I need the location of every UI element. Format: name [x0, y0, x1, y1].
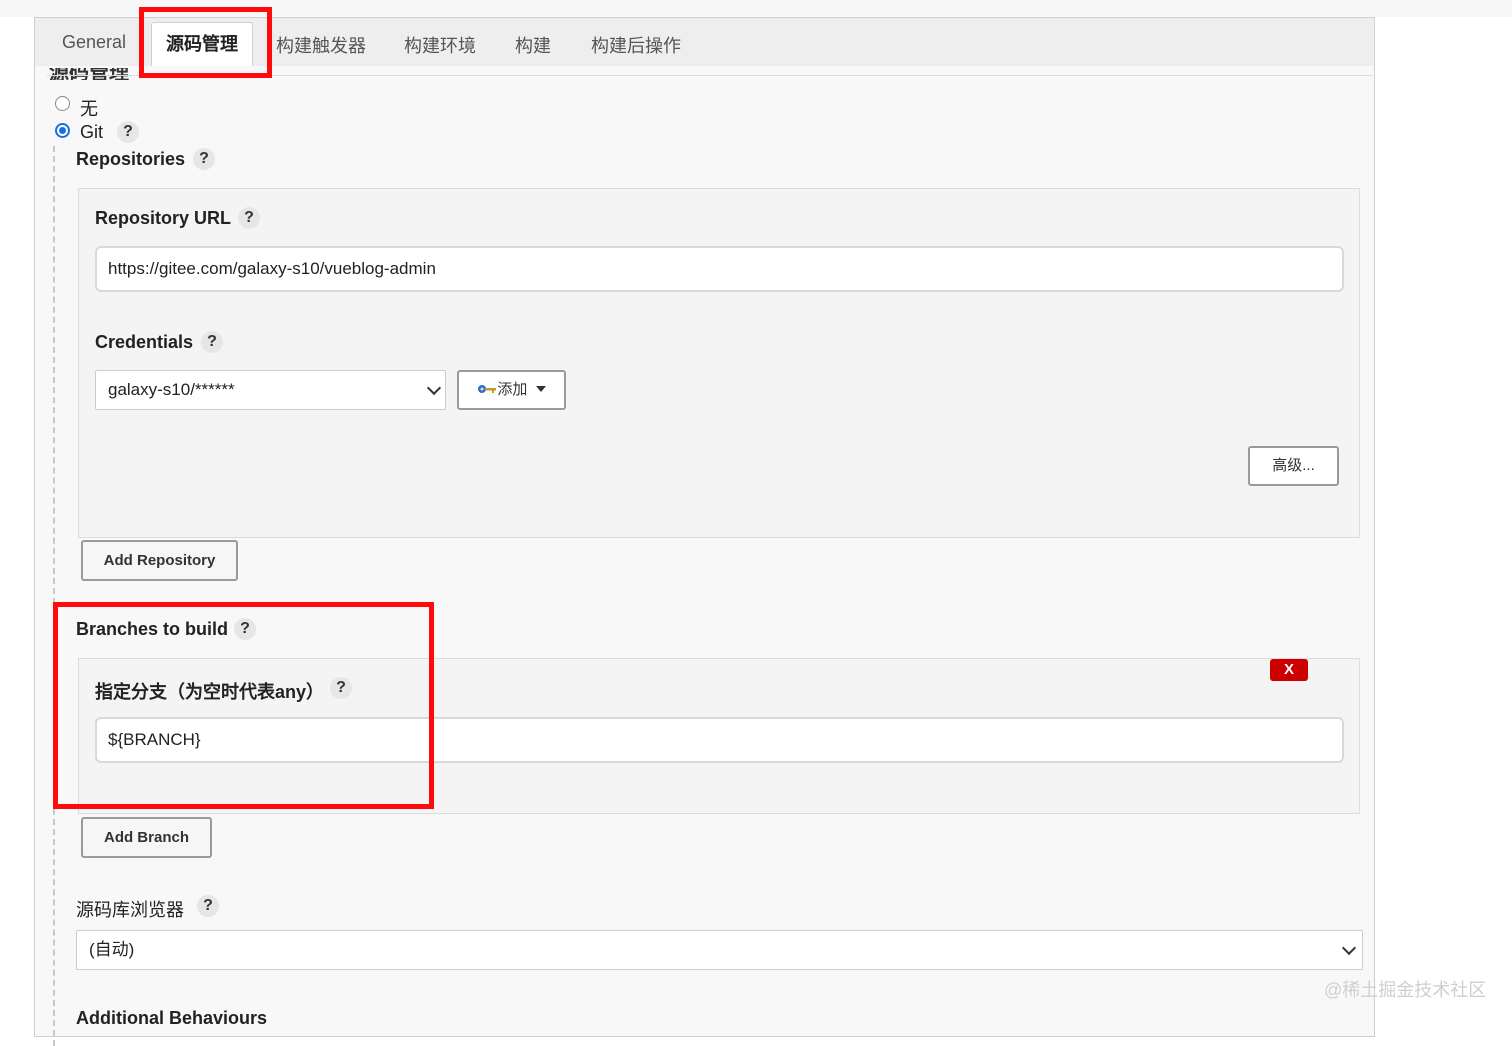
advanced-button[interactable]: 高级... — [1248, 446, 1339, 486]
config-panel: General 源码管理 构建触发器 构建环境 构建 构建后操作 源码管理 无 … — [34, 17, 1375, 1046]
branch-specifier-help-icon[interactable]: ? — [330, 677, 352, 699]
branch-box: 指定分支（为空时代表any） ? ${BRANCH} — [78, 658, 1360, 814]
tab-build[interactable]: 构建 — [515, 32, 551, 58]
repo-browser-help-icon[interactable]: ? — [197, 895, 219, 917]
repo-browser-select[interactable]: (自动) — [76, 930, 1363, 970]
tab-post-build[interactable]: 构建后操作 — [591, 32, 681, 58]
repository-url-input[interactable]: https://gitee.com/galaxy-s10/vueblog-adm… — [95, 246, 1344, 292]
branches-label: Branches to build — [76, 619, 229, 639]
watermark: @稀土掘金技术社区 — [1324, 980, 1487, 1000]
credentials-help-icon[interactable]: ? — [201, 331, 223, 353]
chevron-down-icon — [426, 380, 442, 396]
branches-help-icon[interactable]: ? — [234, 618, 256, 640]
repository-url-label: Repository URL — [95, 208, 232, 228]
credentials-select[interactable]: galaxy-s10/****** — [95, 370, 446, 410]
tab-build-triggers[interactable]: 构建触发器 — [276, 32, 366, 58]
delete-branch-button[interactable]: X — [1270, 659, 1308, 681]
add-credentials-label: 添加 — [497, 381, 528, 398]
add-branch-button[interactable]: Add Branch — [81, 817, 212, 858]
branch-specifier-input[interactable]: ${BRANCH} — [95, 717, 1344, 763]
add-repository-button[interactable]: Add Repository — [81, 540, 238, 581]
radio-git[interactable] — [55, 123, 70, 138]
caret-down-icon — [535, 386, 546, 392]
section-title: 源码管理 — [49, 68, 129, 80]
additional-behaviours-label: Additional Behaviours — [76, 1008, 268, 1028]
tab-general[interactable]: General — [62, 32, 126, 53]
radio-none[interactable] — [55, 96, 70, 111]
repository-box: Repository URL ? https://gitee.com/galax… — [78, 188, 1360, 538]
repositories-label: Repositories — [76, 149, 186, 169]
credentials-label: Credentials — [95, 332, 194, 352]
repo-browser-selected-value: (自动) — [89, 940, 135, 959]
section-title-clipped: 源码管理 — [49, 68, 309, 80]
repo-browser-label: 源码库浏览器 — [76, 900, 184, 920]
key-icon — [478, 385, 497, 393]
branch-specifier-label: 指定分支（为空时代表any） — [95, 682, 325, 702]
radio-git-label: Git — [80, 122, 104, 142]
chevron-down-icon — [1341, 940, 1357, 956]
repositories-help-icon[interactable]: ? — [193, 148, 215, 170]
git-help-icon[interactable]: ? — [117, 121, 139, 143]
tab-scm[interactable]: 源码管理 — [151, 22, 253, 66]
repository-url-help-icon[interactable]: ? — [238, 207, 260, 229]
git-section-guide — [53, 146, 55, 1046]
radio-none-label: 无 — [80, 99, 98, 119]
credentials-selected-value: galaxy-s10/****** — [108, 380, 235, 399]
top-strip — [0, 0, 1512, 17]
tab-build-environment[interactable]: 构建环境 — [404, 32, 476, 58]
add-credentials-button[interactable]: 添加 — [457, 370, 566, 410]
tab-bar: General 源码管理 构建触发器 构建环境 构建 构建后操作 — [35, 18, 1374, 66]
section-divider — [47, 75, 1373, 76]
